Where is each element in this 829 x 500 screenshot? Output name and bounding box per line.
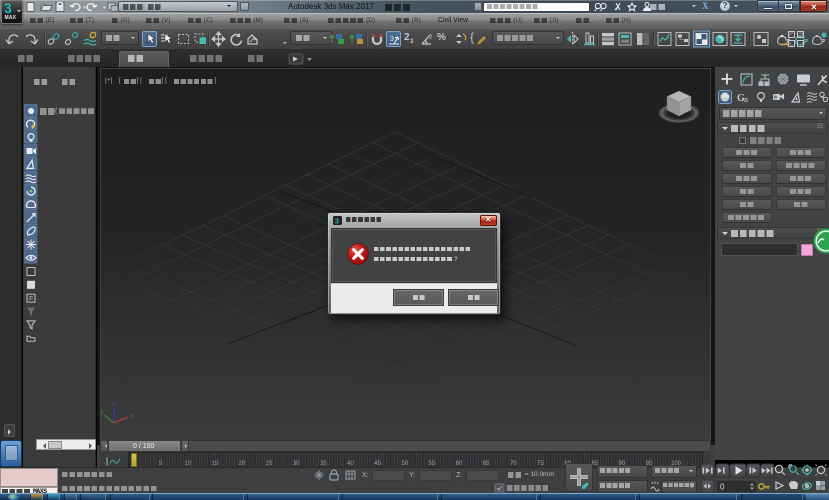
- svg-text:3: 3: [390, 36, 394, 43]
- svg-text:3: 3: [335, 217, 339, 225]
- svg-text:y: y: [100, 409, 104, 416]
- svg-text:a: a: [744, 97, 748, 104]
- svg-text:x: x: [130, 413, 134, 420]
- svg-text:z: z: [112, 401, 116, 408]
- svg-text:2: 2: [429, 35, 433, 41]
- svg-text:F: F: [29, 296, 33, 303]
- svg-text:0: 0: [720, 483, 725, 492]
